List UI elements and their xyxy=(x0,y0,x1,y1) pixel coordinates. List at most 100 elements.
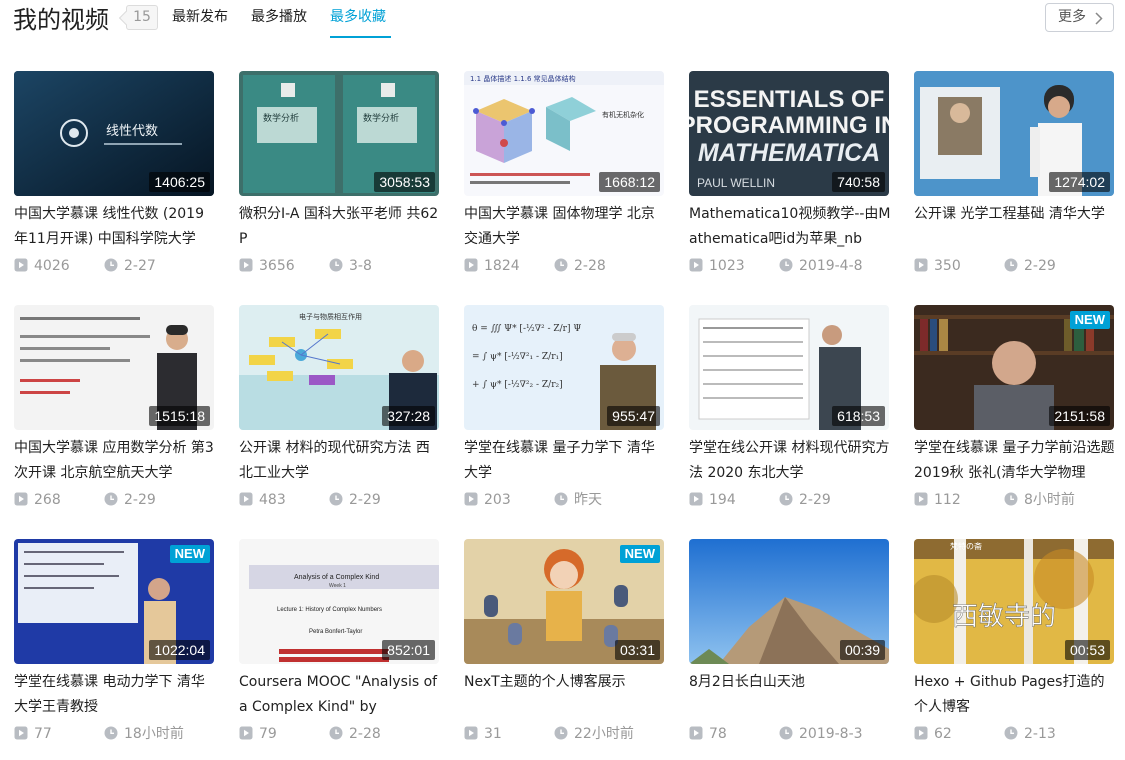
video-thumbnail[interactable]: 线性代数 1406:25 xyxy=(14,71,214,196)
upload-date: 2019-8-3 xyxy=(799,726,863,742)
video-thumbnail[interactable]: 1274:02 xyxy=(914,71,1114,196)
video-card[interactable]: NEW 1022:04 学堂在线慕课 电动力学下 清华大学王青教授 77 18小时前 xyxy=(14,539,216,742)
video-thumbnail[interactable]: 梵特の斋 西敏寺的 00:53 xyxy=(914,539,1114,664)
play-icon xyxy=(14,258,28,272)
clock-icon xyxy=(104,258,118,272)
video-thumbnail[interactable]: 数学分析 数学分析 3058:53 xyxy=(239,71,439,196)
svg-text:Week 1: Week 1 xyxy=(329,583,346,589)
video-title[interactable]: Coursera MOOC "Analysis of a Complex Kin… xyxy=(239,670,441,720)
video-title[interactable]: 中国大学慕课 线性代数 (2019年11月开课) 中国科学院大学 xyxy=(14,202,216,252)
video-card[interactable]: 618:53 学堂在线公开课 材料现代研究方法 2020 东北大学 194 2-29 xyxy=(689,305,891,508)
video-thumbnail[interactable]: 1.1 晶体描述 1.1.6 常见晶体结构 有机无机杂化 1668:12 xyxy=(464,71,664,196)
video-card[interactable]: 电子与物质相互作用 327:28 公开课 材料的现代研究方法 西北工业大学 483 2… xyxy=(239,305,441,508)
video-thumbnail[interactable]: 1515:18 xyxy=(14,305,214,430)
video-card[interactable]: 线性代数 1406:25 中国大学慕课 线性代数 (2019年11月开课) 中国科… xyxy=(14,71,216,274)
clock-icon xyxy=(554,492,568,506)
video-thumbnail[interactable]: ESSENTIALS OF PROGRAMMING IN MATHEMATICA… xyxy=(689,71,889,196)
tab-most-favorited[interactable]: 最多收藏 xyxy=(330,7,386,27)
svg-text:PAUL WELLIN: PAUL WELLIN xyxy=(697,176,775,190)
video-thumbnail[interactable]: 618:53 xyxy=(689,305,889,430)
chevron-right-icon xyxy=(1095,12,1103,25)
video-meta: 79 2-28 xyxy=(239,724,441,744)
clock-icon xyxy=(779,492,793,506)
video-card[interactable]: 数学分析 数学分析 3058:53 微积分I-A 国科大张平老师 共62 P 3656… xyxy=(239,71,441,274)
play-icon xyxy=(689,492,703,506)
upload-date: 2-29 xyxy=(349,492,381,508)
video-title[interactable]: 8月2日长白山天池 xyxy=(689,670,891,720)
video-title[interactable]: Mathematica10视频教学--由Mathematica吧id为苹果_nb xyxy=(689,202,891,252)
play-icon xyxy=(239,726,253,740)
video-thumbnail[interactable]: 00:39 xyxy=(689,539,889,664)
header: 我的视频 15 最新发布 最多播放 最多收藏 更多 xyxy=(0,0,1125,50)
video-card[interactable]: NEW 2151:58 学堂在线慕课 量子力学前沿选题 2019秋 张礼(清华大学物… xyxy=(914,305,1116,508)
video-title[interactable]: 公开课 材料的现代研究方法 西北工业大学 xyxy=(239,436,441,486)
video-thumbnail[interactable]: Analysis of a Complex Kind Week 1 Lectur… xyxy=(239,539,439,664)
clock-icon xyxy=(554,726,568,740)
svg-text:数学分析: 数学分析 xyxy=(363,112,399,124)
video-meta: 4026 2-27 xyxy=(14,256,216,276)
clock-icon xyxy=(104,726,118,740)
video-title[interactable]: 学堂在线公开课 材料现代研究方法 2020 东北大学 xyxy=(689,436,891,486)
play-icon xyxy=(914,492,928,506)
play-count: 77 xyxy=(34,726,52,742)
video-thumbnail[interactable]: NEW 1022:04 xyxy=(14,539,214,664)
tab-most-played[interactable]: 最多播放 xyxy=(251,7,307,27)
video-duration: 03:31 xyxy=(614,640,660,660)
video-card[interactable]: NEW 03:31 NexT主题的个人博客展示 31 22小时前 xyxy=(464,539,666,742)
svg-text:有机无机杂化: 有机无机杂化 xyxy=(602,110,644,119)
video-card[interactable]: Analysis of a Complex Kind Week 1 Lectur… xyxy=(239,539,441,742)
play-icon xyxy=(464,726,478,740)
play-icon xyxy=(914,258,928,272)
svg-text:PROGRAMMING IN: PROGRAMMING IN xyxy=(689,112,889,139)
play-count: 31 xyxy=(484,726,502,742)
video-title[interactable]: NexT主题的个人博客展示 xyxy=(464,670,666,720)
video-meta: 112 8小时前 xyxy=(914,490,1116,510)
new-badge: NEW xyxy=(1069,311,1110,329)
video-duration: 852:01 xyxy=(382,640,435,660)
video-card[interactable]: 00:39 8月2日长白山天池 78 2019-8-3 xyxy=(689,539,891,742)
play-count: 112 xyxy=(934,492,961,508)
video-card[interactable]: 1.1 晶体描述 1.1.6 常见晶体结构 有机无机杂化 1668:12 中国大学… xyxy=(464,71,666,274)
video-duration: 1515:18 xyxy=(149,406,210,426)
video-title[interactable]: Hexo + Github Pages打造的个人博客 xyxy=(914,670,1116,720)
tab-latest[interactable]: 最新发布 xyxy=(172,7,228,27)
more-button[interactable]: 更多 xyxy=(1045,3,1114,32)
video-title[interactable]: 公开课 光学工程基础 清华大学 xyxy=(914,202,1116,252)
play-count: 350 xyxy=(934,258,961,274)
video-card[interactable]: 1274:02 公开课 光学工程基础 清华大学 350 2-29 xyxy=(914,71,1116,274)
upload-date: 2019-4-8 xyxy=(799,258,863,274)
video-duration: 955:47 xyxy=(607,406,660,426)
video-title[interactable]: 微积分I-A 国科大张平老师 共62 P xyxy=(239,202,441,252)
svg-text:Petra Bonfert-Taylor: Petra Bonfert-Taylor xyxy=(309,629,362,635)
video-thumbnail[interactable]: NEW 03:31 xyxy=(464,539,664,664)
svg-text:MATHEMATICA: MATHEMATICA xyxy=(698,139,880,167)
upload-date: 18小时前 xyxy=(124,726,184,742)
upload-date: 3-8 xyxy=(349,258,372,274)
video-meta: 1023 2019-4-8 xyxy=(689,256,891,276)
play-count: 3656 xyxy=(259,258,295,274)
video-card[interactable]: 1515:18 中国大学慕课 应用数学分析 第3次开课 北京航空航天大学 268 2-… xyxy=(14,305,216,508)
svg-text:梵特の斋: 梵特の斋 xyxy=(950,541,982,551)
play-icon xyxy=(689,258,703,272)
svg-text:1.1 晶体描述 1.1.6 常见晶体结构: 1.1 晶体描述 1.1.6 常见晶体结构 xyxy=(470,74,576,83)
clock-icon xyxy=(779,258,793,272)
video-card[interactable]: ESSENTIALS OF PROGRAMMING IN MATHEMATICA… xyxy=(689,71,891,274)
play-count: 1023 xyxy=(709,258,745,274)
upload-date: 2-27 xyxy=(124,258,156,274)
video-duration: 2151:58 xyxy=(1049,406,1110,426)
video-thumbnail[interactable]: NEW 2151:58 xyxy=(914,305,1114,430)
video-thumbnail[interactable]: θ = ∭ Ψ* [-½∇² - Z/r] Ψ = ∫ ψ* [-½∇²₁ - … xyxy=(464,305,664,430)
video-title[interactable]: 中国大学慕课 固体物理学 北京交通大学 xyxy=(464,202,666,252)
play-icon xyxy=(14,726,28,740)
video-thumbnail[interactable]: 电子与物质相互作用 327:28 xyxy=(239,305,439,430)
clock-icon xyxy=(104,492,118,506)
video-title[interactable]: 学堂在线慕课 量子力学前沿选题 2019秋 张礼(清华大学物理 xyxy=(914,436,1116,486)
clock-icon xyxy=(329,726,343,740)
video-card[interactable]: θ = ∭ Ψ* [-½∇² - Z/r] Ψ = ∫ ψ* [-½∇²₁ - … xyxy=(464,305,666,508)
video-title[interactable]: 学堂在线慕课 量子力学下 清华大学 xyxy=(464,436,666,486)
video-card[interactable]: 梵特の斋 西敏寺的 00:53 Hexo + Github Pages打造的个人博客… xyxy=(914,539,1116,742)
play-count: 4026 xyxy=(34,258,70,274)
new-badge: NEW xyxy=(169,545,210,563)
video-title[interactable]: 学堂在线慕课 电动力学下 清华大学王青教授 xyxy=(14,670,216,720)
video-title[interactable]: 中国大学慕课 应用数学分析 第3次开课 北京航空航天大学 xyxy=(14,436,216,486)
